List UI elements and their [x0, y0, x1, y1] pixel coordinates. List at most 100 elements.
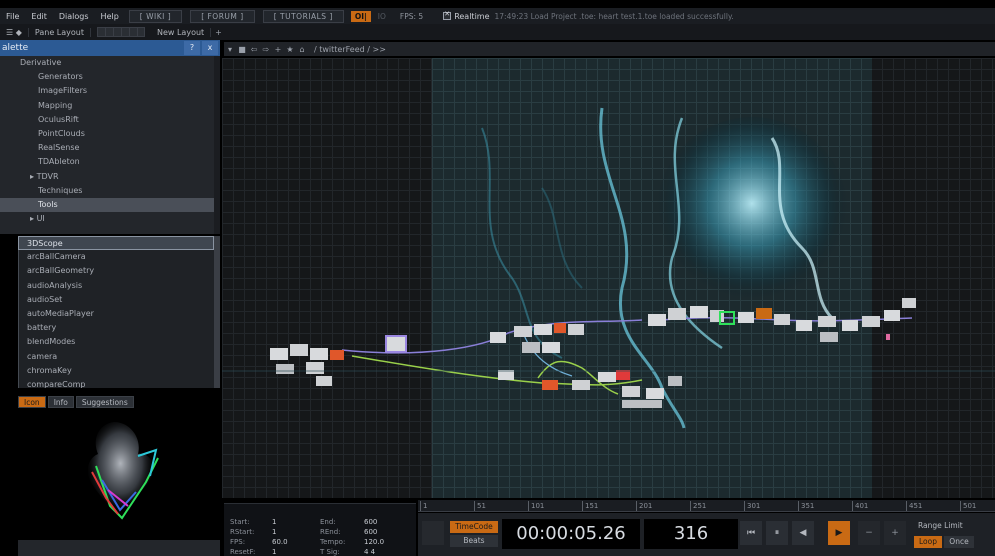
list-item-chromakey[interactable]: chromaKey [18, 363, 214, 378]
fps-value[interactable]: 60.0 [272, 538, 288, 546]
tree-item-imagefilters[interactable]: ImageFilters [0, 84, 214, 98]
layout-grid-icon[interactable] [96, 27, 145, 37]
tree-item-techniques[interactable]: Techniques [0, 184, 214, 198]
timecode-display[interactable]: 00:00:05.26 [502, 519, 640, 549]
add-icon[interactable]: + [272, 45, 284, 54]
list-item-audioset[interactable]: audioSet [18, 292, 214, 307]
tempo-value[interactable]: 120.0 [364, 538, 384, 546]
tree-item-label: Mapping [38, 100, 73, 110]
tutorials-link[interactable]: [ TUTORIALS ] [262, 9, 344, 23]
oi-toggle[interactable]: OI| [350, 10, 371, 22]
menu-file[interactable]: File [0, 12, 25, 21]
ruler-tick: 201 [636, 501, 652, 511]
frame-display[interactable]: 316 [644, 519, 738, 549]
palette-header: alette ? x [0, 40, 220, 56]
resetf-label: ResetF: [230, 548, 256, 556]
home-icon[interactable]: ⌂ [296, 45, 308, 54]
list-item-arcballcamera[interactable]: arcBallCamera [18, 250, 214, 265]
rend-value[interactable]: 600 [364, 528, 377, 536]
component-preview [18, 410, 220, 538]
tree-item-realsense[interactable]: RealSense [0, 141, 214, 155]
tree-item-pointclouds[interactable]: PointClouds [0, 127, 214, 141]
fps-readout: FPS: 5 [399, 11, 424, 21]
network-editor[interactable] [222, 58, 995, 498]
tempo-label: Tempo: [320, 538, 346, 546]
back-icon[interactable]: ⇦ [248, 45, 260, 54]
tsig-value[interactable]: 4 4 [364, 548, 375, 556]
end-value[interactable]: 600 [364, 518, 377, 526]
beats-toggle[interactable]: Beats [450, 535, 498, 547]
menu-edit[interactable]: Edit [25, 12, 53, 21]
increment-icon[interactable]: + [884, 521, 906, 545]
star-icon[interactable]: ★ [284, 45, 296, 54]
list-item-camera[interactable]: camera [18, 349, 214, 364]
new-layout-button[interactable]: New Layout [151, 27, 212, 37]
list-item-audioanalysis[interactable]: audioAnalysis [18, 278, 214, 293]
tree-item-label: PointClouds [38, 128, 85, 138]
resetf-value[interactable]: 1 [272, 548, 276, 556]
ruler-tick: 51 [474, 501, 486, 511]
tab-icon[interactable]: Icon [18, 396, 46, 408]
pane-split-icon[interactable]: ☰ ◆ [0, 27, 29, 37]
pane-bar: ☰ ◆ Pane Layout New Layout + [0, 24, 995, 40]
dropdown-icon[interactable]: ▾ [224, 45, 236, 54]
ruler-tick: 401 [852, 501, 868, 511]
network-path[interactable]: / twitterFeed / >> [308, 45, 386, 54]
tree-item-label: Tools [38, 199, 58, 209]
fps-label: FPS: [230, 538, 246, 546]
ruler-tick: 251 [690, 501, 706, 511]
network-graph [222, 107, 995, 429]
pane-layout-button[interactable]: Pane Layout [29, 27, 91, 37]
tree-item-generators[interactable]: Generators [0, 70, 214, 84]
tree-item-tools[interactable]: Tools [0, 197, 214, 213]
tree-item-oculusrift[interactable]: OculusRift [0, 113, 214, 127]
step-back-icon[interactable]: ◀ [792, 521, 814, 545]
start-value[interactable]: 1 [272, 518, 276, 526]
range-limit-label: Range Limit [918, 521, 963, 530]
tree-item-tdvr[interactable]: ▸ TDVR [0, 170, 214, 184]
io-toggle[interactable]: IO [374, 11, 390, 22]
forum-link[interactable]: [ FORUM ] [190, 9, 255, 23]
tab-info[interactable]: Info [47, 396, 74, 408]
timeline-toggle-icon[interactable] [422, 521, 444, 545]
stop-icon[interactable]: ■ [236, 45, 248, 54]
tree-item-mapping[interactable]: Mapping [0, 99, 214, 113]
list-item-3dscope[interactable]: 3DScope [18, 236, 214, 251]
selected-node[interactable] [385, 335, 407, 353]
tree-item-label: UI [36, 214, 45, 224]
once-button[interactable]: Once [944, 536, 974, 548]
menu-bar: File Edit Dialogs Help [ WIKI ] [ FORUM … [0, 8, 995, 24]
list-item-arcballgeometry[interactable]: arcBallGeometry [18, 264, 214, 279]
pause-icon[interactable]: ⏸ [766, 521, 788, 545]
tree-item-label: OculusRift [38, 114, 79, 124]
rewind-icon[interactable]: ⏮ [740, 521, 762, 545]
tab-suggestions[interactable]: Suggestions [75, 396, 134, 408]
menu-help[interactable]: Help [95, 12, 125, 21]
timecode-toggle[interactable]: TimeCode [450, 521, 498, 533]
close-icon[interactable]: x [202, 41, 218, 55]
loop-button[interactable]: Loop [914, 536, 942, 548]
list-scrollbar[interactable] [214, 236, 220, 388]
help-icon[interactable]: ? [184, 41, 200, 55]
tree-scrollbar[interactable] [214, 56, 220, 234]
play-icon[interactable]: ▶ [828, 521, 850, 545]
tree-item-derivative[interactable]: Derivative [0, 56, 214, 70]
list-item-automediaplayer[interactable]: autoMediaPlayer [18, 306, 214, 322]
wiki-link[interactable]: [ WIKI ] [128, 9, 183, 23]
ruler-tick: 451 [906, 501, 922, 511]
list-item-comparecomp[interactable]: compareComp [18, 377, 214, 388]
list-item-battery[interactable]: battery [18, 321, 214, 336]
tree-item-tdableton[interactable]: TDAbleton [0, 155, 214, 169]
realtime-checkbox[interactable] [443, 10, 452, 20]
list-item-blendmodes[interactable]: blendModes [18, 335, 214, 350]
add-layout-icon[interactable]: + [211, 28, 226, 37]
ruler-tick: 501 [960, 501, 976, 511]
decrement-icon[interactable]: − [858, 521, 880, 545]
timeline-ruler[interactable]: 1 51 101 151 201 251 301 351 401 451 501 [418, 500, 995, 512]
rstart-value[interactable]: 1 [272, 528, 276, 536]
palette-title: alette [2, 43, 29, 53]
realtime-label: Realtime [454, 11, 490, 21]
forward-icon[interactable]: ⇨ [260, 45, 272, 54]
menu-dialogs[interactable]: Dialogs [53, 12, 95, 21]
tree-item-ui[interactable]: ▸ UI [0, 212, 214, 226]
